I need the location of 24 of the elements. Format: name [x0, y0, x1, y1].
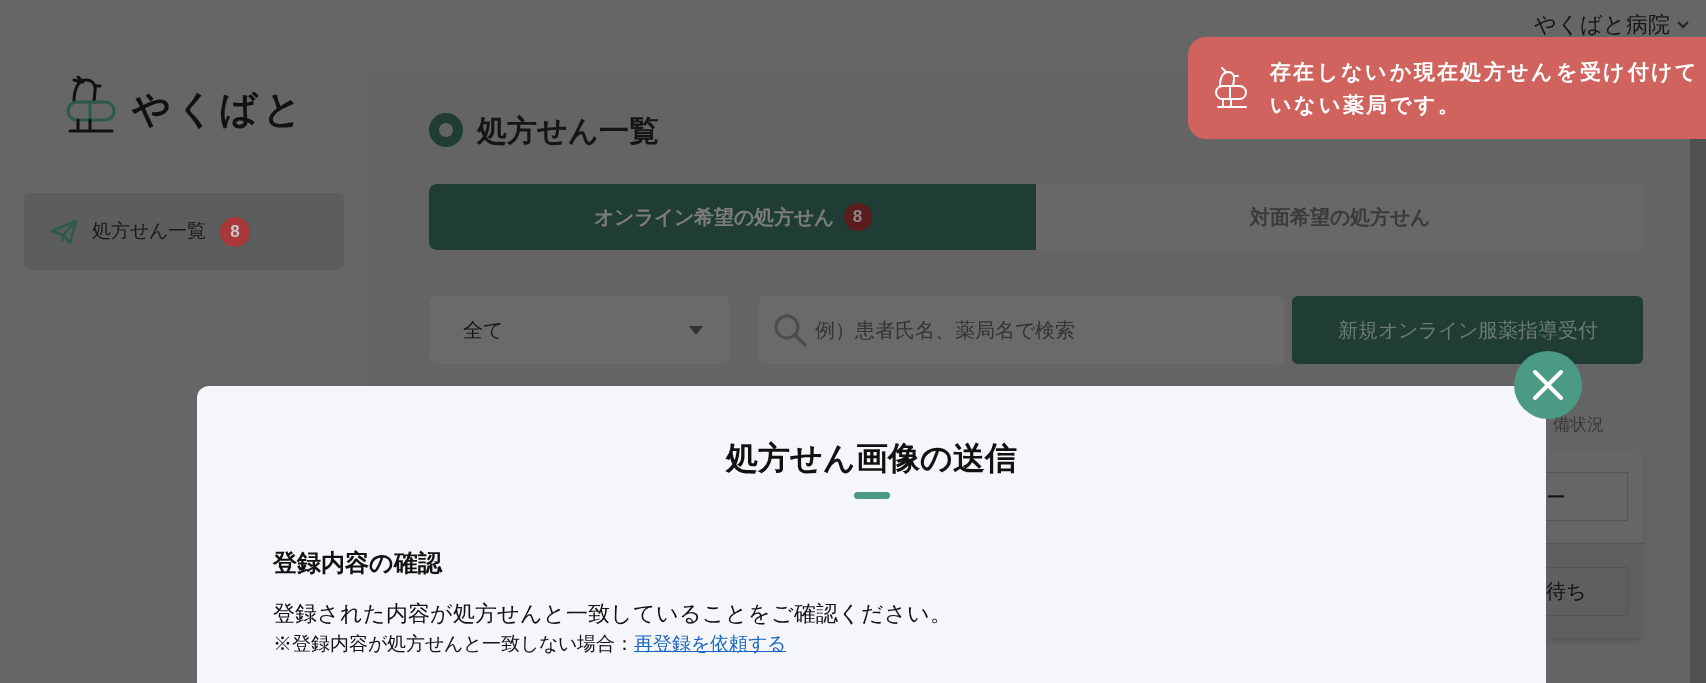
note-text: ※登録内容が処方せんと一致しない場合： — [273, 632, 634, 656]
count-badge: 8 — [843, 203, 872, 231]
count-badge: 8 — [220, 216, 250, 247]
bullet-icon — [429, 113, 463, 147]
caret-down-icon — [689, 325, 703, 335]
account-menu[interactable]: やくばと病院 — [1534, 8, 1690, 41]
tab[interactable]: オンライン希望の処方せん 8 — [429, 184, 1036, 250]
close-icon — [1531, 368, 1565, 402]
confirmation-text: 登録された内容が処方せんと一致していることをご確認ください。 — [273, 600, 953, 628]
new-reception-button[interactable]: 新規オンライン服薬指導受付 — [1292, 296, 1643, 364]
modal-title: 処方せん画像の送信 — [724, 439, 1018, 478]
paper-plane-icon — [50, 218, 78, 245]
search-icon — [773, 313, 807, 347]
section-title: 登録内容の確認 — [273, 548, 444, 578]
filter-dropdown[interactable]: 全て — [429, 296, 729, 364]
logo-text: やくばと — [132, 90, 307, 128]
chevron-down-icon — [1676, 19, 1690, 30]
sidebar-item[interactable]: 処方せん一覧 8 — [24, 193, 344, 270]
re-register-link[interactable]: 再登録を依頼する — [634, 630, 786, 659]
title-underline — [853, 492, 890, 499]
bird-icon — [1214, 66, 1248, 110]
bird-logo-icon — [66, 74, 118, 134]
page-title: 処方せん一覧 — [477, 112, 659, 149]
error-message: 存在しないか現在処方せんを受け付けていない薬局です。 — [1270, 59, 1701, 119]
